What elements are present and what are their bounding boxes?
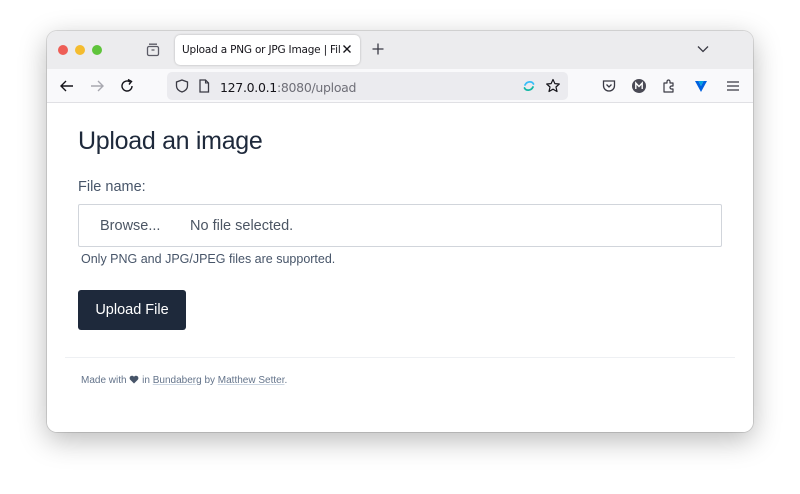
browser-window: Upload a PNG or JPG Image | File Uploade…: [47, 31, 753, 432]
close-icon[interactable]: [342, 44, 352, 54]
url-text[interactable]: 127.0.0.1:8080/upload: [220, 80, 356, 95]
pocket-icon[interactable]: [601, 78, 617, 94]
tabs-list-icon[interactable]: [146, 43, 160, 57]
window-close-button[interactable]: [58, 45, 68, 55]
file-input[interactable]: Browse... No file selected.: [78, 204, 722, 247]
footer: Made with in Bundaberg by Matthew Setter…: [81, 375, 287, 386]
footer-by: by: [204, 375, 215, 386]
plus-icon[interactable]: [372, 43, 384, 55]
url-host: 127.0.0.1: [220, 80, 277, 95]
upload-file-button[interactable]: Upload File: [78, 290, 186, 330]
browse-button[interactable]: Browse...: [100, 218, 160, 234]
puzzle-icon[interactable]: [661, 78, 677, 94]
footer-divider: [65, 357, 735, 358]
heart-icon: [129, 375, 139, 384]
tab-strip: Upload a PNG or JPG Image | File Uploade…: [47, 31, 753, 69]
window-maximize-button[interactable]: [92, 45, 102, 55]
file-name-label: File name:: [78, 179, 146, 195]
url-path: :8080/upload: [276, 80, 357, 95]
address-bar[interactable]: 127.0.0.1:8080/upload: [167, 72, 568, 100]
extension-icon[interactable]: [523, 80, 535, 92]
reload-icon[interactable]: [119, 78, 135, 94]
back-arrow-icon[interactable]: [59, 78, 75, 94]
footer-in: in: [142, 375, 150, 386]
file-status-text: No file selected.: [190, 218, 294, 234]
chevron-down-icon[interactable]: [697, 44, 709, 54]
page-icon[interactable]: [198, 79, 210, 93]
footer-period: .: [284, 375, 288, 386]
tab-active[interactable]: Upload a PNG or JPG Image | File Uploade…: [175, 35, 360, 65]
account-m-icon[interactable]: [631, 78, 647, 94]
star-icon[interactable]: [545, 78, 561, 94]
author-link[interactable]: Matthew Setter: [218, 375, 285, 386]
tab-title: Upload a PNG or JPG Image | File Uploade…: [182, 44, 340, 56]
file-help-text: Only PNG and JPG/JPEG files are supporte…: [81, 252, 336, 266]
forward-arrow-icon[interactable]: [89, 78, 105, 94]
footer-made-with: Made with: [81, 375, 127, 386]
page-title: Upload an image: [78, 127, 263, 155]
navigation-toolbar: 127.0.0.1:8080/upload: [47, 69, 753, 103]
shield-icon[interactable]: [175, 79, 189, 93]
window-minimize-button[interactable]: [75, 45, 85, 55]
page-content: Upload an image File name: Browse... No …: [47, 103, 753, 432]
hamburger-menu-icon[interactable]: [725, 78, 741, 94]
bundaberg-link[interactable]: Bundaberg: [153, 375, 202, 386]
vpn-icon[interactable]: [693, 78, 709, 94]
